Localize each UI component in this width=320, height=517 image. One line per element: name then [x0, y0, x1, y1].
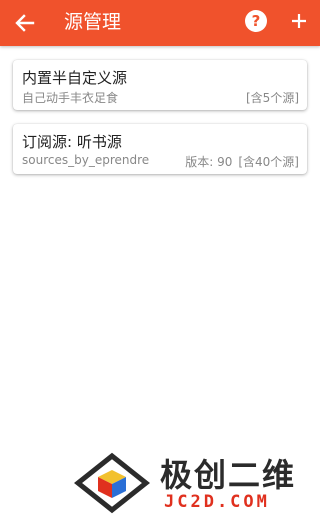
- watermark-cn-text: 极创二维: [160, 456, 297, 494]
- source-count: [含40个源]: [238, 155, 299, 169]
- source-name: 内置半自定义源: [22, 69, 128, 87]
- source-subtitle: sources_by_eprendre: [22, 153, 150, 167]
- help-button[interactable]: ?: [245, 10, 267, 32]
- source-meta: 版本: 90 [含40个源]: [185, 153, 299, 170]
- help-icon: ?: [251, 12, 261, 30]
- source-subtitle: 自己动手丰衣足食: [22, 91, 119, 105]
- source-meta: [含5个源]: [246, 89, 299, 106]
- app-bar: 源管理 ?: [0, 0, 320, 46]
- source-card[interactable]: 内置半自定义源 自己动手丰衣足食 [含5个源]: [13, 60, 307, 110]
- watermark: 极创二维 JC2D.COM: [74, 448, 314, 516]
- source-card[interactable]: 订阅源: 听书源 sources_by_eprendre 版本: 90 [含40个…: [13, 124, 307, 174]
- watermark-logo-icon: [74, 452, 150, 514]
- watermark-en-text: JC2D.COM: [164, 492, 270, 512]
- source-name: 订阅源: 听书源: [22, 133, 122, 151]
- page-title: 源管理: [64, 11, 122, 33]
- source-count: [含5个源]: [246, 91, 299, 105]
- back-button[interactable]: [10, 8, 40, 38]
- arrow-left-icon: [15, 14, 35, 32]
- add-source-button[interactable]: [286, 8, 312, 34]
- plus-icon: [292, 14, 306, 28]
- source-version: 版本: 90: [185, 155, 233, 169]
